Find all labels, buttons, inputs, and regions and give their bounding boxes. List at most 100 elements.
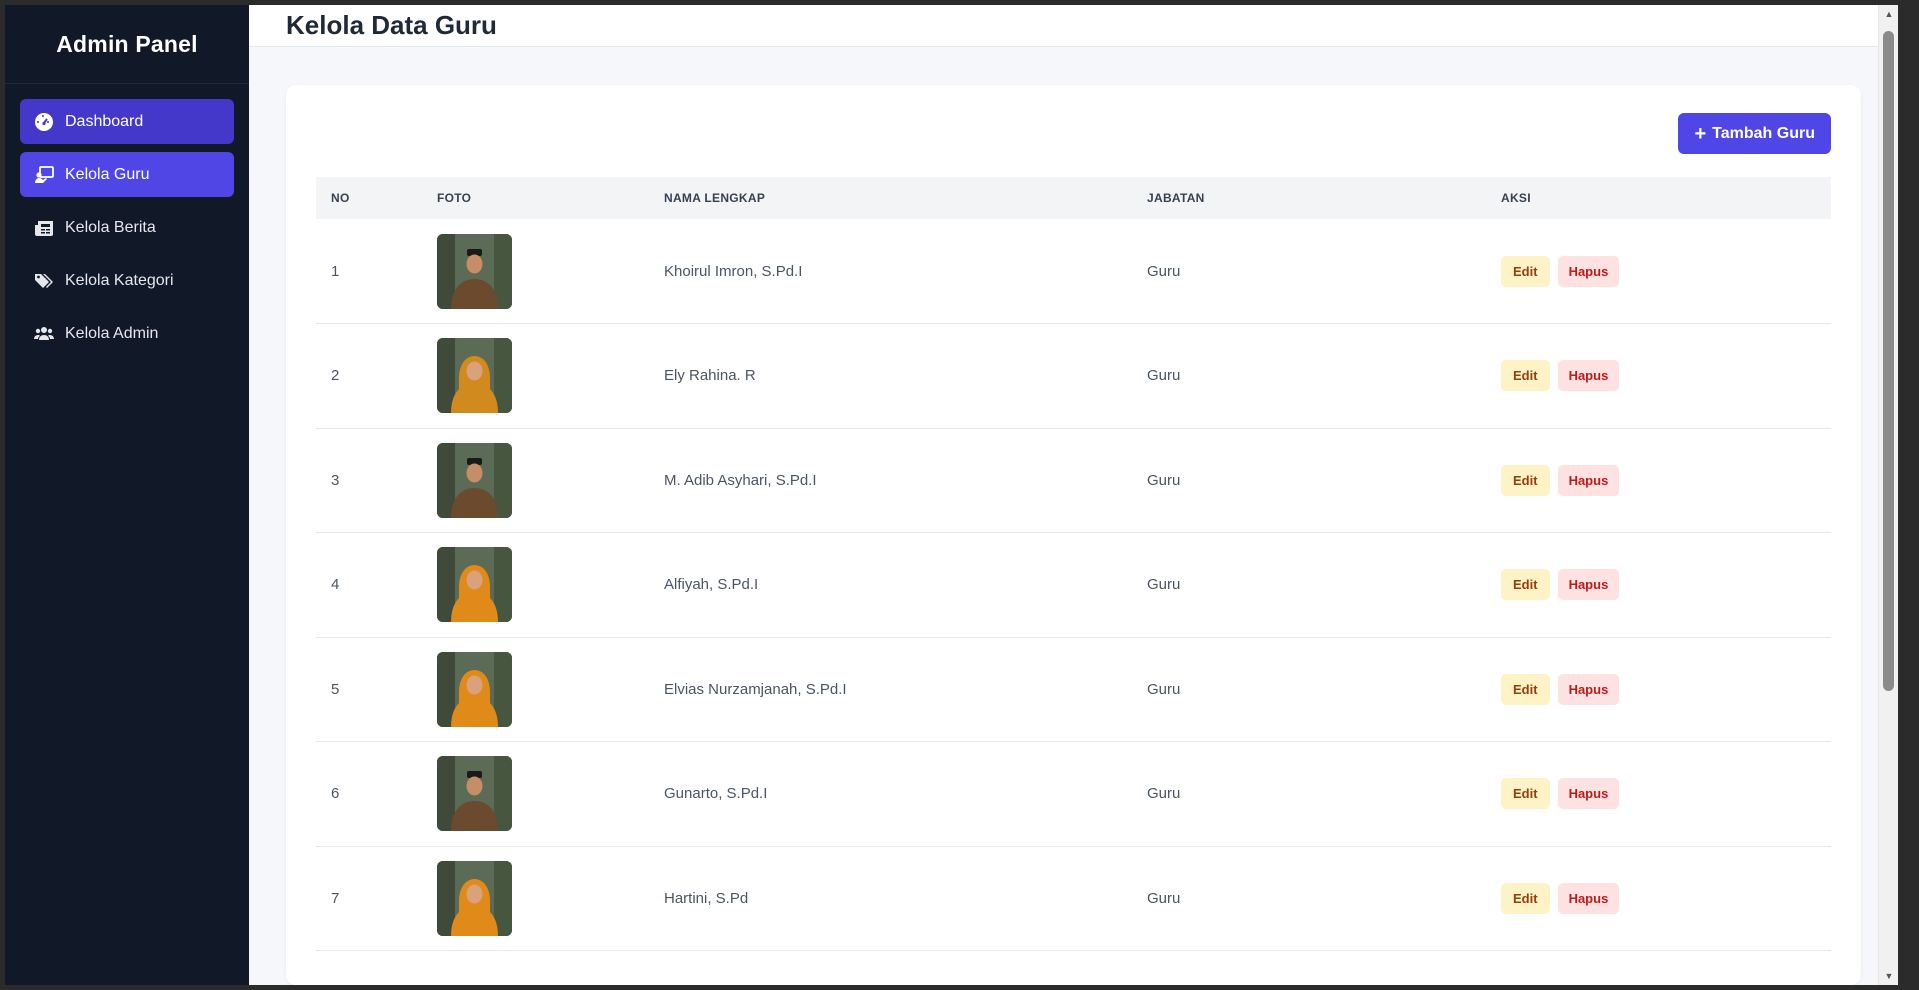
teacher-table: NO FOTO NAMA LENGKAP JABATAN AKSI 1 Khoir… [316, 177, 1831, 951]
cell-no: 6 [316, 741, 422, 847]
sidebar: Admin Panel Dashboard Kelola Guru Kelola… [5, 5, 249, 985]
teacher-icon [34, 165, 54, 185]
cell-no: 1 [316, 219, 422, 324]
cell-jabatan: Guru [1132, 846, 1486, 951]
sidebar-item-label: Kelola Guru [65, 165, 150, 183]
teacher-photo [437, 442, 512, 518]
column-header-no: NO [331, 191, 350, 205]
plus-icon: + [1694, 122, 1707, 145]
cell-jabatan: Guru [1132, 428, 1486, 533]
table-row: 5 Elvias Nurzamjanah, S.Pd.I Guru Edit Hapus [316, 637, 1831, 742]
teacher-photo [437, 233, 512, 309]
teacher-photo [437, 338, 512, 414]
teacher-photo [437, 547, 512, 623]
sidebar-item-dashboard[interactable]: Dashboard [20, 99, 234, 144]
content-area: + Tambah Guru NO FOTO NAMA LENGKAP JABAT… [249, 47, 1898, 985]
brand-title: Admin Panel [56, 30, 198, 57]
cell-nama: M. Adib Asyhari, S.Pd.I [649, 428, 1132, 533]
edit-button[interactable]: Edit [1501, 673, 1550, 705]
cell-nama: Khoirul Imron, S.Pd.I [649, 219, 1132, 324]
column-header-foto: FOTO [437, 191, 472, 205]
row-actions: Edit Hapus [1501, 464, 1831, 496]
edit-button[interactable]: Edit [1501, 569, 1550, 601]
delete-button[interactable]: Hapus [1557, 569, 1620, 601]
edit-button[interactable]: Edit [1501, 882, 1550, 914]
row-actions: Edit Hapus [1501, 882, 1831, 914]
table-body: 1 Khoirul Imron, S.Pd.I Guru Edit Hapus 2 Ely … [316, 219, 1831, 951]
table-row: 6 Gunarto, S.Pd.I Guru Edit Hapus [316, 741, 1831, 847]
add-teacher-label: Tambah Guru [1712, 124, 1815, 142]
vertical-scrollbar[interactable]: ▲ ▼ [1878, 5, 1898, 985]
delete-button[interactable]: Hapus [1557, 464, 1620, 496]
teacher-photo [437, 756, 512, 832]
cell-foto [422, 637, 649, 742]
cell-no: 7 [316, 846, 422, 951]
row-actions: Edit Hapus [1501, 673, 1831, 705]
row-actions: Edit Hapus [1501, 778, 1831, 810]
sidebar-item-label: Dashboard [65, 112, 144, 130]
sidebar-item-kelola-guru[interactable]: Kelola Guru [20, 152, 234, 197]
delete-button[interactable]: Hapus [1557, 882, 1620, 914]
delete-button[interactable]: Hapus [1557, 360, 1620, 392]
sidebar-item-label: Kelola Admin [65, 324, 159, 342]
cell-nama: Elvias Nurzamjanah, S.Pd.I [649, 637, 1132, 742]
edit-button[interactable]: Edit [1501, 255, 1550, 287]
sidebar-item-kelola-berita[interactable]: Kelola Berita [20, 205, 234, 250]
cell-aksi: Edit Hapus [1486, 428, 1831, 533]
scroll-down-arrow-icon[interactable]: ▼ [1879, 967, 1898, 985]
cell-no: 3 [316, 428, 422, 533]
cell-aksi: Edit Hapus [1486, 741, 1831, 847]
cell-foto [422, 846, 649, 951]
cell-jabatan: Guru [1132, 532, 1486, 638]
cell-aksi: Edit Hapus [1486, 532, 1831, 638]
cell-foto [422, 532, 649, 638]
table-row: 3 M. Adib Asyhari, S.Pd.I Guru Edit Hapus [316, 428, 1831, 533]
add-teacher-button[interactable]: + Tambah Guru [1678, 113, 1831, 154]
app-window: Admin Panel Dashboard Kelola Guru Kelola… [5, 5, 1898, 985]
column-header-nama: NAMA LENGKAP [664, 191, 766, 205]
column-header-jabatan: JABATAN [1147, 191, 1205, 205]
teacher-photo [437, 651, 512, 727]
topbar: Kelola Data Guru [249, 5, 1898, 47]
sidebar-item-kelola-admin[interactable]: Kelola Admin [20, 311, 234, 356]
scroll-up-arrow-icon[interactable]: ▲ [1879, 5, 1898, 23]
data-card: + Tambah Guru NO FOTO NAMA LENGKAP JABAT… [286, 85, 1861, 985]
delete-button[interactable]: Hapus [1557, 778, 1620, 810]
cell-foto [422, 741, 649, 847]
edit-button[interactable]: Edit [1501, 360, 1550, 392]
row-actions: Edit Hapus [1501, 569, 1831, 601]
table-header: NO FOTO NAMA LENGKAP JABATAN AKSI [316, 177, 1831, 219]
sidebar-nav: Dashboard Kelola Guru Kelola Berita Kelo… [5, 84, 249, 371]
cell-aksi: Edit Hapus [1486, 323, 1831, 429]
cell-jabatan: Guru [1132, 219, 1486, 324]
column-header-aksi: AKSI [1501, 191, 1531, 205]
table-row: 4 Alfiyah, S.Pd.I Guru Edit Hapus [316, 532, 1831, 638]
cell-foto [422, 323, 649, 429]
cell-aksi: Edit Hapus [1486, 219, 1831, 324]
table-row: 1 Khoirul Imron, S.Pd.I Guru Edit Hapus [316, 219, 1831, 324]
cell-no: 2 [316, 323, 422, 429]
tags-icon [34, 271, 54, 291]
cell-nama: Gunarto, S.Pd.I [649, 741, 1132, 847]
scrollbar-thumb[interactable] [1883, 31, 1894, 691]
edit-button[interactable]: Edit [1501, 778, 1550, 810]
delete-button[interactable]: Hapus [1557, 673, 1620, 705]
row-actions: Edit Hapus [1501, 255, 1831, 287]
page-title: Kelola Data Guru [286, 10, 497, 40]
sidebar-item-kelola-kategori[interactable]: Kelola Kategori [20, 258, 234, 303]
cell-nama: Alfiyah, S.Pd.I [649, 532, 1132, 638]
cell-jabatan: Guru [1132, 323, 1486, 429]
cell-foto [422, 219, 649, 324]
cell-aksi: Edit Hapus [1486, 637, 1831, 742]
brand: Admin Panel [5, 5, 249, 84]
teacher-photo [437, 860, 512, 936]
cell-nama: Ely Rahina. R [649, 323, 1132, 429]
table-row: 7 Hartini, S.Pd Guru Edit Hapus [316, 846, 1831, 951]
cell-no: 4 [316, 532, 422, 638]
cell-jabatan: Guru [1132, 637, 1486, 742]
delete-button[interactable]: Hapus [1557, 255, 1620, 287]
gauge-icon [34, 112, 54, 132]
edit-button[interactable]: Edit [1501, 464, 1550, 496]
sidebar-item-label: Kelola Berita [65, 218, 156, 236]
row-actions: Edit Hapus [1501, 360, 1831, 392]
